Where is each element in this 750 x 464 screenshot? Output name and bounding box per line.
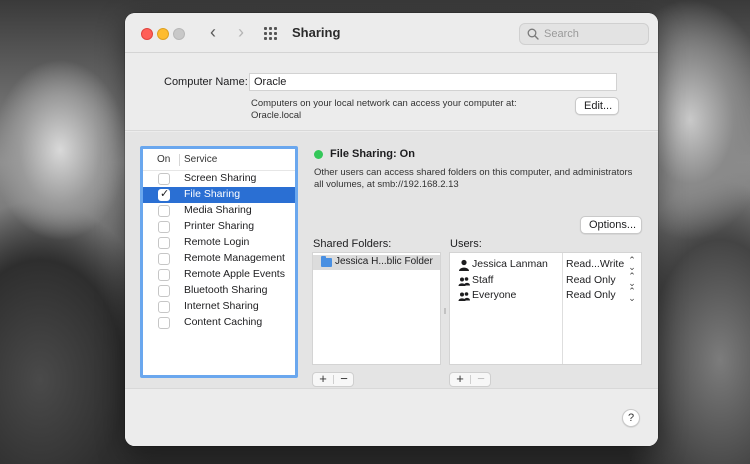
service-checkbox[interactable] (158, 205, 170, 217)
toolbar: ‹ › Sharing (125, 13, 658, 53)
shared-folders-list[interactable]: Jessica H...blic Folder (312, 252, 441, 365)
permission-popup[interactable]: Read Only (566, 289, 616, 301)
up-down-chevron-icon[interactable]: ⌃ ⌄ (628, 256, 636, 272)
edit-button[interactable]: Edit... (575, 97, 619, 115)
checkmark-icon: ✓ (160, 188, 170, 200)
computer-name-section: Computer Name: Computers on your local n… (125, 54, 658, 131)
status-indicator-icon (314, 150, 323, 159)
close-button[interactable] (141, 28, 153, 40)
sharing-content: On Service Screen Sharing ✓ File Sharing Me… (125, 132, 658, 446)
folder-name: Jessica H...blic Folder (335, 256, 433, 267)
users-add-remove: + − (449, 372, 491, 387)
service-row[interactable]: Media Sharing (143, 203, 295, 219)
service-label: Screen Sharing (184, 172, 257, 184)
window-title: Sharing (292, 25, 341, 40)
user-name: Staff (472, 273, 494, 286)
service-row[interactable]: ✓ File Sharing (143, 187, 295, 203)
forward-button[interactable]: › (231, 23, 251, 43)
user-name: Jessica Lanman (472, 258, 548, 270)
computer-name-help-line1: Computers on your local network can acce… (251, 98, 517, 109)
column-header-on[interactable]: On (157, 154, 170, 165)
column-header-service[interactable]: Service (184, 154, 217, 165)
split-view-handle[interactable] (444, 308, 446, 314)
service-label: Bluetooth Sharing (184, 284, 268, 296)
sharing-window: ‹ › Sharing Computer Name: Computers on … (125, 13, 658, 446)
remove-user-button[interactable]: − (471, 372, 491, 386)
computer-name-label: Computer Name: (164, 76, 248, 88)
service-list-header: On Service (143, 149, 295, 171)
computer-name-field[interactable] (249, 73, 617, 91)
options-button[interactable]: Options... (580, 216, 642, 234)
up-down-chevron-icon[interactable]: ⌃ ⌄ (628, 271, 636, 287)
service-checkbox[interactable] (158, 253, 170, 265)
service-label: Remote Management (184, 252, 285, 264)
service-checkbox[interactable] (158, 317, 170, 329)
search-input[interactable] (544, 26, 644, 42)
service-label: Remote Apple Events (184, 268, 285, 280)
user-row[interactable]: Staff Read Only ⌃ ⌄ (450, 271, 641, 289)
service-list[interactable]: On Service Screen Sharing ✓ File Sharing Me… (140, 146, 298, 378)
computer-name-address: Oracle.local (251, 110, 302, 121)
service-label: Media Sharing (184, 204, 252, 216)
service-checkbox[interactable] (158, 301, 170, 313)
service-row[interactable]: Remote Apple Events (143, 267, 295, 283)
service-checkbox[interactable] (158, 269, 170, 281)
column-divider (179, 154, 180, 166)
permission-popup[interactable]: Read Only (566, 274, 616, 286)
bottom-bar: ? (125, 388, 658, 446)
search-field[interactable] (519, 23, 649, 45)
user-row[interactable]: Everyone Read Only ⌃ ⌄ (450, 287, 641, 304)
status-description-line2: all volumes, at smb://192.168.2.13 (314, 179, 459, 190)
service-label: Internet Sharing (184, 300, 259, 312)
service-row[interactable]: Bluetooth Sharing (143, 283, 295, 299)
service-status-title: File Sharing: On (330, 148, 415, 160)
service-checkbox[interactable] (158, 237, 170, 249)
service-rows: Screen Sharing ✓ File Sharing Media Sharing… (143, 171, 295, 331)
service-checkbox[interactable] (158, 173, 170, 185)
service-row[interactable]: Remote Login (143, 235, 295, 251)
zoom-button[interactable] (173, 28, 185, 40)
users-list[interactable]: Jessica Lanman Read...Write ⌃ ⌄ Staff Read On… (449, 252, 642, 365)
service-label: File Sharing (184, 188, 241, 200)
service-label: Content Caching (184, 316, 263, 328)
user-name: Everyone (472, 289, 517, 301)
service-row[interactable]: Content Caching (143, 315, 295, 331)
permission-popup[interactable]: Read...Write (566, 258, 624, 270)
group-icon (458, 275, 470, 287)
group-icon (458, 290, 470, 302)
service-row[interactable]: Screen Sharing (143, 171, 295, 187)
remove-folder-button[interactable]: − (334, 372, 354, 386)
folder-icon (321, 256, 332, 267)
service-checkbox[interactable]: ✓ (158, 188, 170, 201)
shared-folders-label: Shared Folders: (313, 238, 392, 250)
service-label: Printer Sharing (184, 220, 255, 232)
user-row[interactable]: Jessica Lanman Read...Write ⌃ ⌄ (450, 256, 641, 273)
service-row[interactable]: Printer Sharing (143, 219, 295, 235)
service-status-description: Other users can access shared folders on… (314, 167, 644, 191)
users-label: Users: (450, 238, 482, 250)
up-down-chevron-icon[interactable]: ⌃ ⌄ (628, 287, 636, 303)
computer-name-help: Computers on your local network can acce… (251, 98, 551, 122)
single-user-icon (458, 259, 470, 271)
folders-add-remove: + − (312, 372, 354, 387)
add-folder-button[interactable]: + (313, 372, 333, 386)
service-checkbox[interactable] (158, 221, 170, 233)
folder-row[interactable]: Jessica H...blic Folder (313, 255, 440, 270)
search-icon (527, 28, 539, 40)
show-all-grid-icon[interactable] (264, 27, 280, 40)
status-description-line1: Other users can access shared folders on… (314, 167, 633, 178)
service-row[interactable]: Remote Management (143, 251, 295, 267)
minimize-button[interactable] (157, 28, 169, 40)
service-row[interactable]: Internet Sharing (143, 299, 295, 315)
service-checkbox[interactable] (158, 285, 170, 297)
help-button[interactable]: ? (622, 409, 640, 427)
back-button[interactable]: ‹ (203, 23, 223, 43)
service-label: Remote Login (184, 236, 250, 248)
add-user-button[interactable]: + (450, 372, 470, 386)
